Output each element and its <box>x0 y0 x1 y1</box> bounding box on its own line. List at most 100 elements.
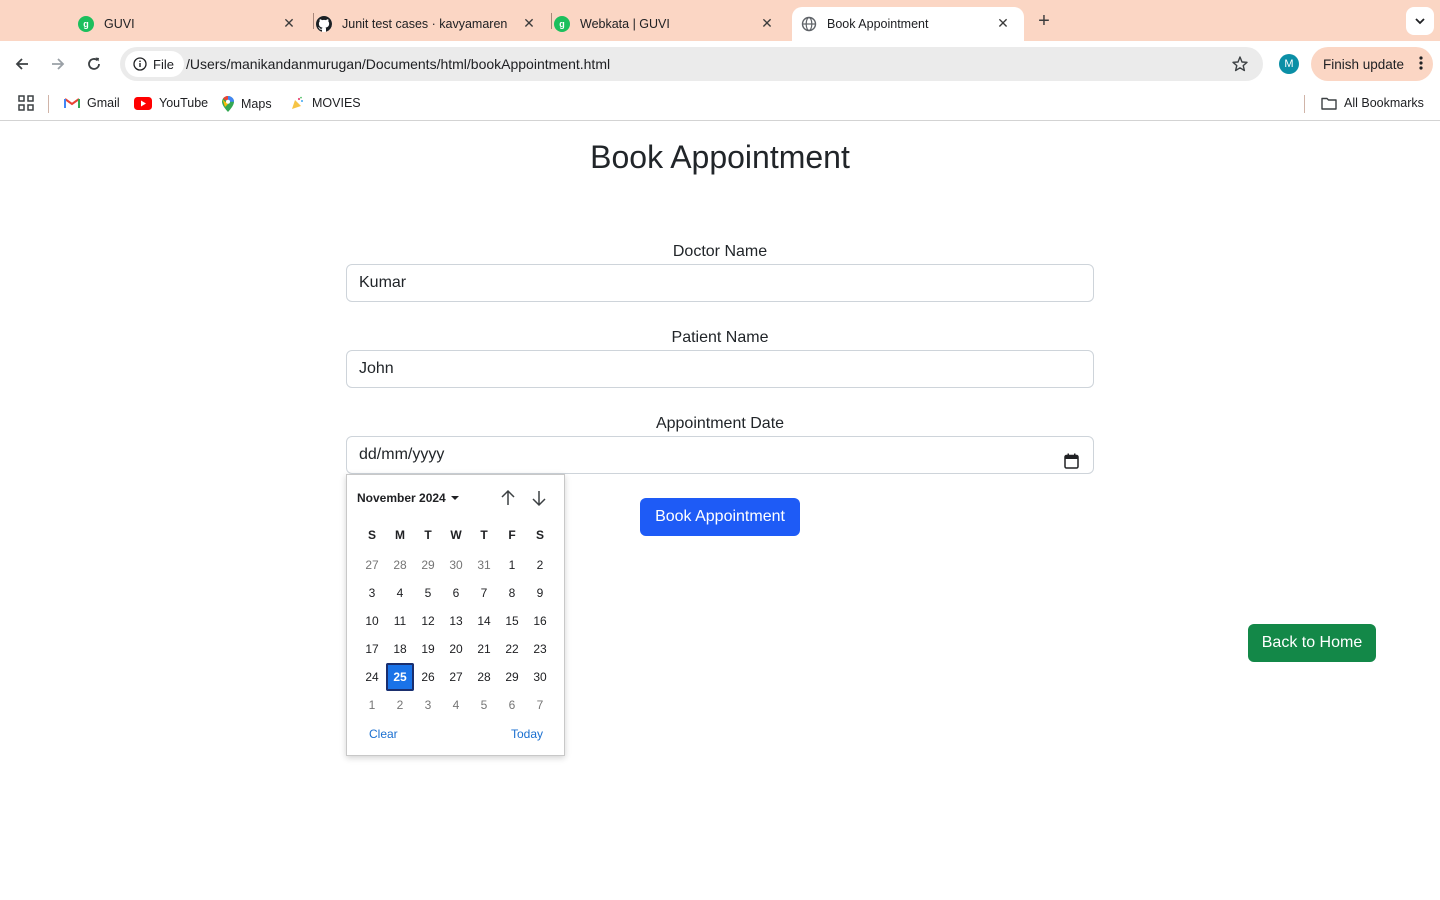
calendar-day[interactable]: 30 <box>526 663 554 691</box>
calendar-day[interactable]: 8 <box>498 579 526 607</box>
date-picker-popup: November 2024 SMTWTFS 27 28 29 30 31 1 2 3 4 5 6 7 8… <box>346 474 565 756</box>
calendar-day[interactable]: 24 <box>358 663 386 691</box>
previous-month-arrow-icon[interactable] <box>499 489 517 507</box>
bookmark-movies[interactable]: MOVIES <box>291 96 361 110</box>
calendar-day[interactable]: 4 <box>386 579 414 607</box>
bookmark-separator <box>48 95 49 113</box>
appointment-date-input[interactable]: dd/mm/yyyy <box>346 436 1094 474</box>
calendar-day[interactable]: 1 <box>358 691 386 719</box>
calendar-day[interactable]: 14 <box>470 607 498 635</box>
calendar-day[interactable]: 28 <box>470 663 498 691</box>
calendar-day[interactable]: 31 <box>470 551 498 579</box>
url-text[interactable]: /Users/manikandanmurugan/Documents/html/… <box>186 56 610 72</box>
calendar-day[interactable]: 1 <box>498 551 526 579</box>
calendar-day[interactable]: 9 <box>526 579 554 607</box>
calendar-day[interactable]: 2 <box>386 691 414 719</box>
calendar-day[interactable]: 15 <box>498 607 526 635</box>
back-to-home-button[interactable]: Back to Home <box>1248 624 1376 662</box>
new-tab-button[interactable]: + <box>1032 9 1056 33</box>
calendar-day[interactable]: 2 <box>526 551 554 579</box>
calendar-day[interactable]: 29 <box>414 551 442 579</box>
bookmark-star-icon[interactable] <box>1231 55 1249 78</box>
tab-webkata[interactable]: g Webkata | GUVI ✕ <box>554 7 788 41</box>
month-year-selector[interactable]: November 2024 <box>357 491 459 505</box>
bookmark-label: Gmail <box>87 96 120 110</box>
calendar-day[interactable]: 11 <box>386 607 414 635</box>
calendar-day[interactable]: 6 <box>498 691 526 719</box>
calendar-day[interactable]: 29 <box>498 663 526 691</box>
bookmark-youtube[interactable]: YouTube <box>134 96 208 110</box>
calendar-icon[interactable] <box>1064 447 1079 483</box>
all-bookmarks-button[interactable]: All Bookmarks <box>1321 96 1424 110</box>
patient-name-label: Patient Name <box>671 329 769 346</box>
calendar-day[interactable]: 12 <box>414 607 442 635</box>
close-icon[interactable]: ✕ <box>994 14 1012 32</box>
tab-title: Book Appointment <box>827 17 929 31</box>
address-bar[interactable]: File /Users/manikandanmurugan/Documents/… <box>120 47 1263 81</box>
calendar-day[interactable]: 6 <box>442 579 470 607</box>
profile-avatar[interactable]: M <box>1279 54 1299 74</box>
forward-button[interactable] <box>46 52 70 76</box>
today-button[interactable]: Today <box>511 727 543 741</box>
guvi-icon: g <box>78 16 94 32</box>
clear-button[interactable]: Clear <box>369 727 398 741</box>
bookmark-maps[interactable]: Maps <box>222 96 272 112</box>
tab-separator <box>313 13 314 29</box>
calendar-week-row: 27 28 29 30 31 1 2 <box>358 551 554 579</box>
patient-name-input[interactable]: John <box>346 350 1094 388</box>
next-month-arrow-icon[interactable] <box>530 489 548 507</box>
calendar-day[interactable]: 7 <box>470 579 498 607</box>
tab-book-appointment[interactable]: Book Appointment ✕ <box>792 7 1024 41</box>
close-icon[interactable]: ✕ <box>520 14 538 32</box>
close-icon[interactable]: ✕ <box>758 14 776 32</box>
calendar-day[interactable]: 3 <box>358 579 386 607</box>
calendar-day[interactable]: 21 <box>470 635 498 663</box>
site-info-chip[interactable]: File <box>125 51 184 77</box>
calendar-day[interactable]: 22 <box>498 635 526 663</box>
bookmark-label: YouTube <box>159 96 209 110</box>
youtube-icon <box>134 96 152 110</box>
calendar-day[interactable]: 18 <box>386 635 414 663</box>
close-icon[interactable]: ✕ <box>280 14 298 32</box>
weekday-header: SMTWTFS <box>358 523 554 551</box>
finish-update-button[interactable]: Finish update <box>1311 47 1433 81</box>
calendar-day[interactable]: 20 <box>442 635 470 663</box>
calendar-day[interactable]: 26 <box>414 663 442 691</box>
weekday-label: M <box>395 528 405 542</box>
date-placeholder: dd/mm/yyyy <box>359 446 445 463</box>
calendar-day[interactable]: 27 <box>442 663 470 691</box>
calendar-day[interactable]: 7 <box>526 691 554 719</box>
tab-guvi[interactable]: g GUVI ✕ <box>78 7 310 41</box>
book-appointment-button[interactable]: Book Appointment <box>640 498 800 536</box>
calendar-day[interactable]: 30 <box>442 551 470 579</box>
github-icon <box>316 16 332 32</box>
calendar-day[interactable]: 27 <box>358 551 386 579</box>
calendar-day[interactable]: 13 <box>442 607 470 635</box>
calendar-week-row: 1234567 <box>358 691 554 719</box>
back-button[interactable] <box>10 52 34 76</box>
tab-search-button[interactable] <box>1406 7 1434 35</box>
calendar-day[interactable]: 10 <box>358 607 386 635</box>
calendar-day[interactable]: 28 <box>386 551 414 579</box>
calendar-day[interactable]: 3 <box>414 691 442 719</box>
caret-down-icon <box>450 496 459 500</box>
calendar-day[interactable]: 23 <box>526 635 554 663</box>
calendar-day[interactable]: 5 <box>470 691 498 719</box>
calendar-day[interactable]: 5 <box>414 579 442 607</box>
calendar-day-selected[interactable]: 25 <box>386 663 414 691</box>
weekday-label: S <box>367 528 376 542</box>
bookmark-gmail[interactable]: Gmail <box>64 96 120 110</box>
gmail-icon <box>64 97 80 109</box>
calendar-day[interactable]: 19 <box>414 635 442 663</box>
apps-icon[interactable] <box>18 95 34 111</box>
bookmark-label: Maps <box>241 97 272 111</box>
tab-github[interactable]: Junit test cases · kavyamaren ✕ <box>316 7 550 41</box>
doctor-name-input[interactable]: Kumar <box>346 264 1094 302</box>
calendar-day[interactable]: 4 <box>442 691 470 719</box>
guvi-icon: g <box>554 16 570 32</box>
browser-toolbar: File /Users/manikandanmurugan/Documents/… <box>0 41 1440 87</box>
calendar-day[interactable]: 17 <box>358 635 386 663</box>
calendar-day[interactable]: 16 <box>526 607 554 635</box>
all-bookmarks-label: All Bookmarks <box>1344 96 1424 110</box>
reload-button[interactable] <box>82 52 106 76</box>
